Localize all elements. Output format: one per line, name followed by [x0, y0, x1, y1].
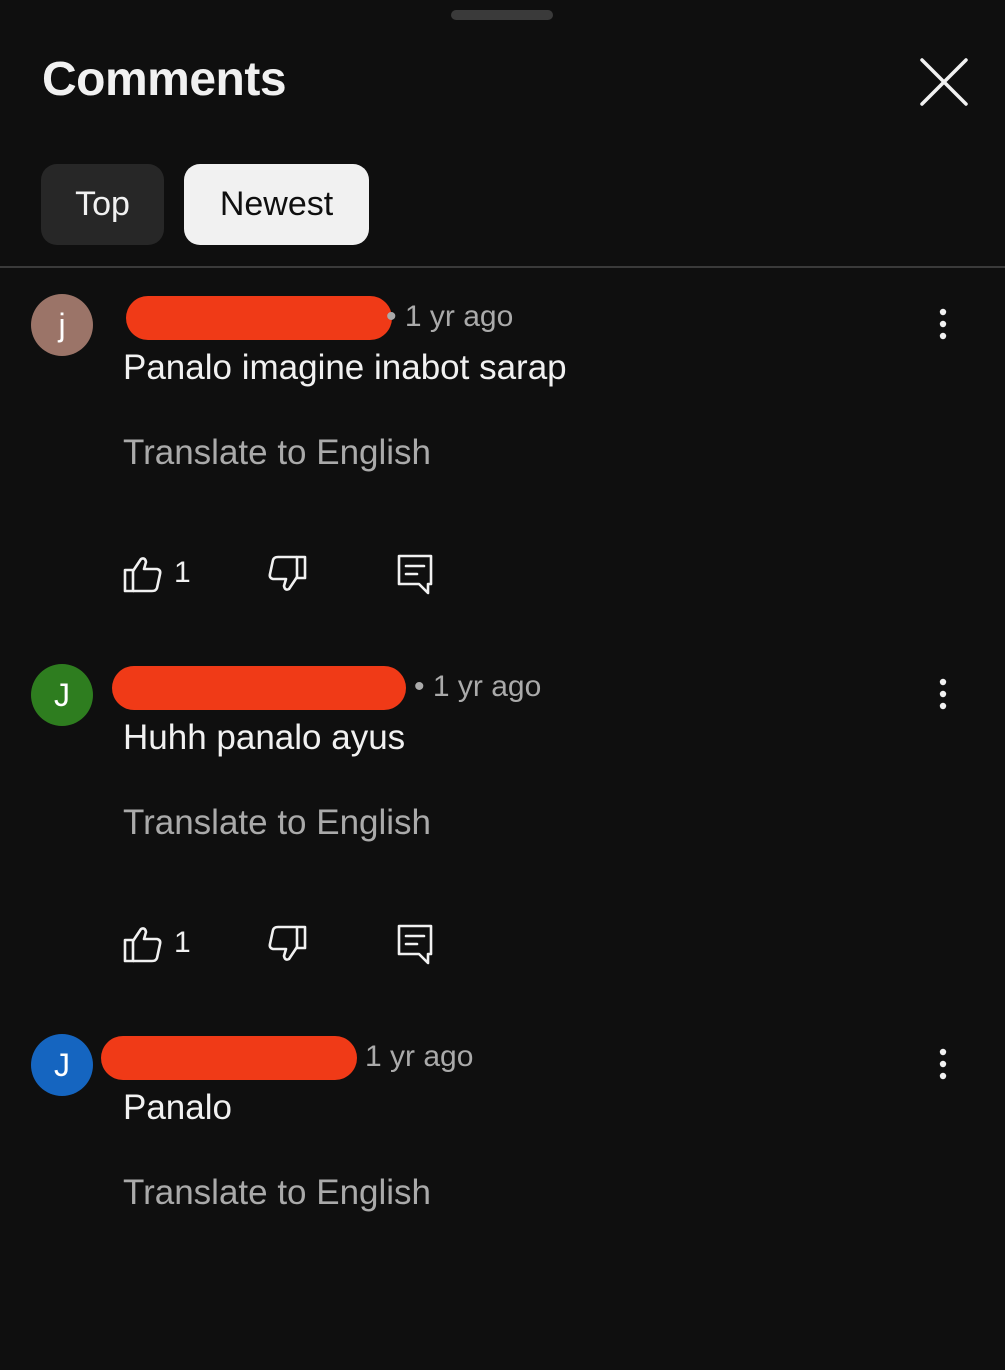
filter-chip-top[interactable]: Top	[41, 164, 164, 245]
author-name-redacted[interactable]	[112, 666, 406, 710]
like-count: 1	[174, 556, 191, 589]
comment-item: J 1 yr ago Panalo Translate to English	[0, 1010, 1005, 1370]
reply-icon[interactable]	[395, 552, 435, 596]
comment-item: J • 1 yr ago Huhh panalo ayus Translate …	[0, 640, 1005, 1000]
time-text: 1 yr ago	[404, 300, 514, 333]
reply-icon[interactable]	[395, 922, 435, 966]
avatar[interactable]: J	[31, 1034, 93, 1096]
close-icon[interactable]	[918, 56, 970, 108]
avatar[interactable]: J	[31, 664, 93, 726]
comment-text: Panalo imagine inabot sarap	[123, 348, 567, 387]
avatar[interactable]: j	[31, 294, 93, 356]
more-vertical-icon[interactable]	[928, 674, 958, 718]
panel-title: Comments	[42, 53, 287, 106]
time-text: 1 yr ago	[365, 1040, 474, 1073]
comment-item: j • 1 yr ago Panalo imagine inabot sarap…	[0, 270, 1005, 630]
divider	[0, 266, 1005, 268]
translate-button[interactable]: Translate to English	[123, 433, 431, 473]
more-vertical-icon[interactable]	[928, 1044, 958, 1088]
filter-chip-newest[interactable]: Newest	[184, 164, 369, 245]
author-name-redacted[interactable]	[126, 296, 392, 340]
comment-timestamp: • 1 yr ago	[414, 670, 541, 704]
thumb-up-icon[interactable]	[123, 554, 163, 594]
comment-text: Panalo	[123, 1088, 232, 1127]
author-name-redacted[interactable]	[101, 1036, 357, 1080]
more-vertical-icon[interactable]	[928, 304, 958, 348]
drag-handle[interactable]	[451, 10, 553, 20]
comment-timestamp: • 1 yr ago	[386, 300, 513, 334]
thumb-up-icon[interactable]	[123, 924, 163, 964]
like-count: 1	[174, 926, 191, 959]
time-separator: •	[386, 300, 397, 333]
time-separator: •	[414, 670, 425, 703]
time-text: 1 yr ago	[432, 670, 542, 703]
translate-button[interactable]: Translate to English	[123, 803, 431, 843]
thumb-down-icon[interactable]	[267, 924, 307, 964]
translate-button[interactable]: Translate to English	[123, 1173, 431, 1213]
comment-text: Huhh panalo ayus	[123, 718, 406, 757]
thumb-down-icon[interactable]	[267, 554, 307, 594]
comment-timestamp: 1 yr ago	[365, 1040, 473, 1074]
